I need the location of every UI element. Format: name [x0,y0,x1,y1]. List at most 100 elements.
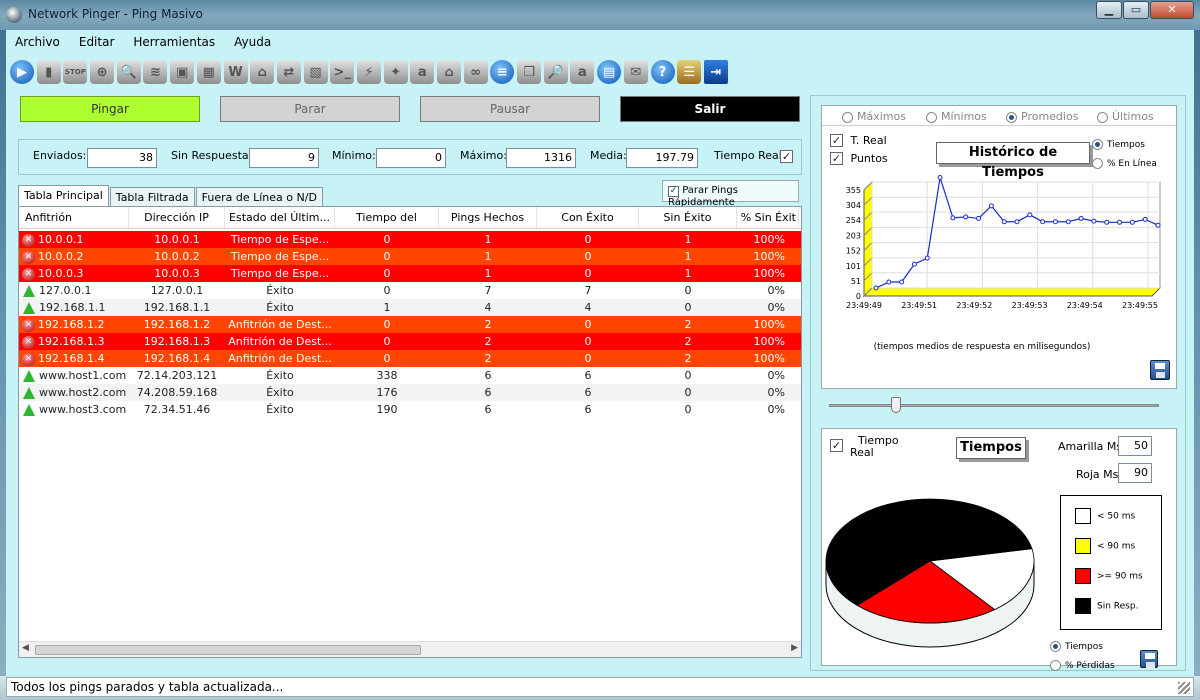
treal-option[interactable]: ✓ T. Real [830,134,887,147]
table-row[interactable]: ✕ 192.168.1.3 192.168.1.3 Anfitrión de Dest… [19,333,801,350]
column-header-1[interactable]: Dirección IP [129,207,225,228]
save-icon[interactable]: ▤ [597,60,622,84]
close-button[interactable]: ✕ [1150,1,1194,19]
ip-scan-icon[interactable]: ≋ [143,60,168,84]
mode-tiempos[interactable]: Tiempos [1092,139,1145,150]
font-icon[interactable]: a [570,60,595,84]
mailbox-icon[interactable]: ✉ [623,60,648,84]
column-header-7[interactable]: % Sin Éxit [737,207,799,228]
history-slider[interactable] [821,396,1177,414]
target-icon[interactable]: ⊕ [90,60,115,84]
terminal-icon[interactable]: >_ [330,60,355,84]
phone-icon[interactable]: ▮ [36,60,61,84]
pie-mode-loss[interactable]: % Pérdidas [1050,660,1115,671]
exit-button[interactable]: Salir [620,96,800,122]
radio-maximos-circle[interactable] [842,111,853,123]
radio-minimos-circle[interactable] [926,111,937,123]
table-row[interactable]: www.host2.com 74.208.59.168 Éxito 176 6 6 0 0% [19,384,801,401]
table-row[interactable]: www.host3.com 72.34.51.46 Éxito 190 6 6 0 0% [19,401,801,418]
red-threshold-input[interactable]: 90 [1118,463,1152,483]
help-icon[interactable]: ? [650,60,675,84]
menu-editar[interactable]: Editar [70,32,124,54]
pie-realtime-option[interactable]: ✓ [830,439,843,452]
maximize-button[interactable]: ▭ [1123,1,1149,19]
notes-icon[interactable]: ☰ [677,60,702,84]
factory-icon[interactable]: ⌂ [250,60,275,84]
tab-main-table[interactable]: Tabla Principal [18,185,109,207]
table-row[interactable]: ✕ 10.0.0.1 10.0.0.1 Tiempo de Espe... 0 1 0 1 10… [19,231,801,248]
data-point [1014,219,1020,225]
scroll-left-icon[interactable]: ◀ [22,643,29,653]
realtime-checkbox[interactable]: ✓ [780,150,793,163]
pause-button[interactable]: Pausar [420,96,600,122]
save-history-icon[interactable] [1150,360,1170,380]
bank-icon[interactable]: ⌂ [437,60,461,84]
copy-icon[interactable]: ❐ [517,60,542,84]
mode-tiempos-radio[interactable] [1092,139,1103,150]
points-checkbox[interactable]: ✓ [830,152,843,165]
stop-icon[interactable]: STOP [63,60,88,84]
column-header-5[interactable]: Con Éxito [537,207,639,228]
cell-done: 4 [484,301,492,314]
table-row[interactable]: ✕ 10.0.0.3 10.0.0.3 Tiempo de Espe... 0 1 0 1 10… [19,265,801,282]
column-header-6[interactable]: Sin Éxito [639,207,737,228]
cell-ip: 192.168.1.1 [143,301,211,314]
resize-grip-icon[interactable] [1178,682,1190,694]
pie-mode-loss-radio[interactable] [1050,660,1061,671]
radio-maximos[interactable]: Máximos [842,110,906,123]
table-row[interactable]: ✕ 192.168.1.4 192.168.1.4 Anfitrión de Dest… [19,350,801,367]
wifi-icon[interactable]: W [223,60,248,84]
menu-herramientas[interactable]: Herramientas [124,32,224,54]
map-icon[interactable]: ▧ [303,60,328,84]
tab-offline[interactable]: Fuera de Línea o N/D [195,187,323,207]
pie-mode-tiempos-radio[interactable] [1050,641,1061,652]
tab-filtered-table[interactable]: Tabla Filtrada [109,187,195,207]
treal-checkbox[interactable]: ✓ [830,134,843,147]
table-row[interactable]: 192.168.1.1 192.168.1.1 Éxito 1 4 4 0 0% [19,299,801,316]
pie-mode-tiempos[interactable]: Tiempos [1050,641,1103,652]
grid-icon[interactable]: ▦ [196,60,221,84]
exit-door-icon[interactable]: ⇥ [703,60,728,84]
server-icon[interactable]: ≡ [490,60,515,84]
column-header-3[interactable]: Tiempo del Últim... [335,207,439,246]
stop-button[interactable]: Parar [220,96,400,122]
yellow-threshold-input[interactable]: 50 [1118,436,1152,456]
pie-realtime-checkbox[interactable]: ✓ [830,439,843,452]
flashlight-icon[interactable]: ✦ [383,60,408,84]
amazon-icon[interactable]: a [410,60,435,84]
radio-ultimos[interactable]: Últimos [1097,110,1154,123]
fast-stop-option[interactable]: ✓ Parar Pings Rápidamente [662,180,799,208]
points-option[interactable]: ✓ Puntos [830,152,888,165]
table-row[interactable]: ✕ 192.168.1.2 192.168.1.2 Anfitrión de Dest… [19,316,801,333]
slider-knob[interactable] [891,397,901,413]
slider-track [829,404,1159,407]
column-header-2[interactable]: Estado del Últim... [225,207,335,228]
magnifier-icon[interactable]: 🔍 [116,60,141,84]
column-header-0[interactable]: Anfitrión [19,207,129,228]
minimize-button[interactable]: ▁ [1096,1,1122,19]
table-row[interactable]: www.host1.com 72.14.203.121 Éxito 338 6 6 0 0% [19,367,801,384]
table-row[interactable]: 127.0.0.1 127.0.0.1 Éxito 0 7 7 0 0% [19,282,801,299]
mode-online-radio[interactable] [1092,158,1103,169]
horizontal-scrollbar[interactable]: ◀ ▶ [19,641,801,657]
search-doc-icon[interactable]: 🔎 [543,60,568,84]
play-icon[interactable]: ▶ [10,60,34,84]
table-row[interactable]: ✕ 10.0.0.2 10.0.0.2 Tiempo de Espe... 0 1 0 1 10… [19,248,801,265]
radio-minimos[interactable]: Mínimos [926,110,987,123]
fast-stop-checkbox[interactable]: ✓ [668,186,679,197]
scroll-right-icon[interactable]: ▶ [791,643,798,653]
network-icon[interactable]: ⇄ [276,60,301,84]
radio-promedios-circle[interactable] [1006,111,1017,123]
menu-ayuda[interactable]: Ayuda [225,32,280,54]
scrollbar-thumb[interactable] [35,645,421,655]
mode-online[interactable]: % En Línea [1092,158,1157,169]
cable-icon[interactable]: ⚡ [356,60,381,84]
link-icon[interactable]: ∞ [463,60,488,84]
menu-archivo[interactable]: Archivo [6,32,69,54]
radio-promedios[interactable]: Promedios [1006,110,1078,123]
radio-ultimos-circle[interactable] [1097,111,1108,123]
picture-icon[interactable]: ▣ [170,60,195,84]
save-pie-icon[interactable] [1140,650,1158,668]
ping-button[interactable]: Pingar [20,96,200,122]
column-header-4[interactable]: Pings Hechos [439,207,537,228]
